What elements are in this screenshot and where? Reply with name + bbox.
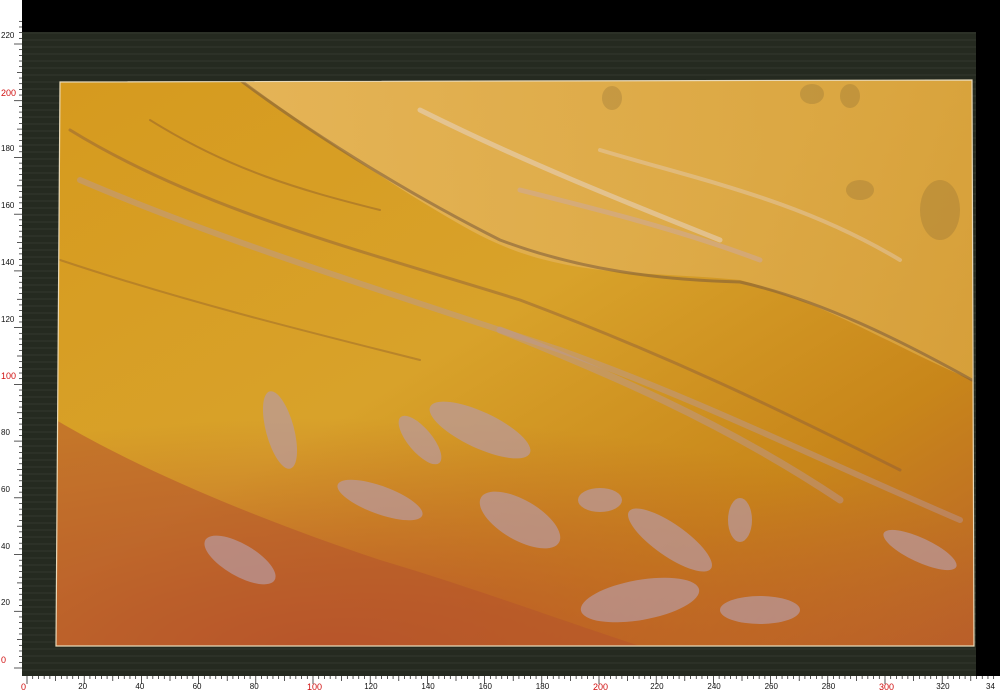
x-tick-label: 0 xyxy=(21,682,27,692)
y-tick-label: 100 xyxy=(1,371,17,382)
photo-scene: 0 20 40 60 80 100 120 140 160 180 200 220 0 20 40 60 80 1… xyxy=(0,0,1000,696)
vertical-ruler xyxy=(0,0,22,678)
x-tick-label: 120 xyxy=(364,682,378,691)
y-tick-label: 140 xyxy=(1,257,15,267)
x-tick-label: 280 xyxy=(821,682,836,691)
x-tick-label: 40 xyxy=(135,682,145,691)
y-tick-label: 180 xyxy=(1,144,15,154)
x-tick-label: 34 xyxy=(986,682,995,691)
y-tick-label: 80 xyxy=(1,428,10,438)
x-tick-label: 20 xyxy=(78,682,88,691)
x-tick-label: 200 xyxy=(593,682,609,692)
x-tick-label: 260 xyxy=(764,682,778,691)
x-tick-label: 220 xyxy=(650,682,664,691)
x-tick-label: 240 xyxy=(707,682,721,691)
y-tick-label: 0 xyxy=(1,655,7,665)
x-tick-label: 100 xyxy=(307,682,323,692)
y-tick-label: 200 xyxy=(1,87,17,98)
y-tick-label: 60 xyxy=(1,484,10,494)
y-tick-label: 160 xyxy=(1,201,15,211)
y-tick-label: 220 xyxy=(1,31,15,40)
y-tick-label: 120 xyxy=(1,314,15,324)
x-tick-label: 140 xyxy=(421,682,435,691)
x-tick-label: 320 xyxy=(936,682,950,691)
y-tick-label: 40 xyxy=(1,541,10,551)
y-tick-label: 20 xyxy=(1,598,10,608)
x-tick-label: 180 xyxy=(535,682,550,691)
x-tick-label: 80 xyxy=(249,682,259,691)
horizontal-ruler xyxy=(0,676,1000,696)
stone-slab xyxy=(55,79,975,647)
x-tick-label: 60 xyxy=(192,682,202,691)
x-tick-label: 160 xyxy=(478,682,492,691)
x-tick-label: 300 xyxy=(879,682,895,692)
